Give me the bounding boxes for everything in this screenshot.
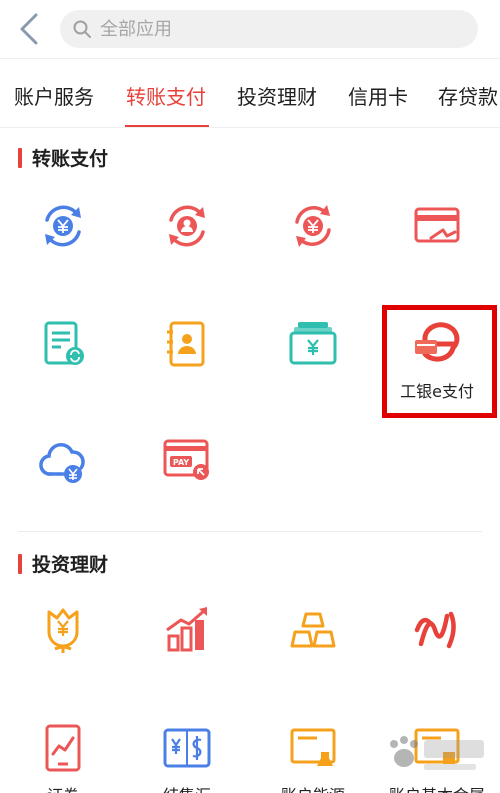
- tile-label: 结售汇: [163, 782, 211, 793]
- search-icon: [73, 20, 91, 38]
- section-title-text: 投资理财: [32, 554, 109, 576]
- growth-chart-icon: [166, 607, 207, 652]
- section-divider: [18, 531, 482, 532]
- transfer-item-9[interactable]: [8, 434, 118, 544]
- gold-bars-icon: [290, 612, 336, 648]
- invest-item-4[interactable]: [382, 604, 492, 714]
- transfer-item-3[interactable]: [258, 200, 368, 310]
- yen-exchange-icon: [45, 205, 81, 247]
- tab-credit-card[interactable]: 信用卡: [348, 81, 408, 110]
- transfer-item-2[interactable]: [132, 200, 242, 310]
- energy-board-icon: [290, 728, 336, 766]
- contact-book-icon: [167, 321, 205, 367]
- category-tabs: 账户服务 转账支付 投资理财 信用卡 存贷款: [0, 58, 500, 128]
- tile-label: 证券: [47, 782, 79, 793]
- invest-item-6[interactable]: 结售汇: [132, 722, 242, 793]
- invest-item-2[interactable]: [132, 604, 242, 714]
- yen-wallet-icon: [289, 322, 337, 365]
- transfer-item-10[interactable]: PAY: [132, 434, 242, 544]
- pay-card-icon: PAY: [163, 439, 209, 480]
- search-bar[interactable]: [60, 10, 478, 48]
- section-title-text: 转账支付: [32, 148, 109, 170]
- tile-label: 账户能源: [281, 782, 345, 793]
- transfer-item-6[interactable]: [132, 318, 242, 428]
- tab-account-service[interactable]: 账户服务: [14, 81, 94, 110]
- tab-deposit-loan[interactable]: 存贷款: [438, 81, 498, 110]
- invest-item-7[interactable]: 账户能源: [258, 722, 368, 793]
- cloud-yen-icon: [39, 443, 85, 483]
- invest-item-5[interactable]: 证券: [8, 722, 118, 793]
- stock-tablet-icon: [45, 724, 81, 772]
- transfer-item-7[interactable]: [258, 318, 368, 428]
- transfer-item-8[interactable]: 工银e支付: [382, 318, 492, 428]
- infinity-logo-icon: [414, 611, 456, 649]
- invest-item-3[interactable]: [258, 604, 368, 714]
- section-title-transfer: 转账支付: [18, 144, 108, 171]
- svg-text:PAY: PAY: [173, 458, 190, 467]
- card-transfer-icon: [414, 207, 460, 243]
- transfer-item-1[interactable]: [8, 200, 118, 310]
- section-title-investment: 投资理财: [18, 550, 108, 577]
- invest-item-1[interactable]: [8, 604, 118, 714]
- top-bar: [0, 0, 500, 58]
- bill-refresh-icon: [44, 321, 84, 365]
- search-input[interactable]: [100, 18, 440, 40]
- currency-exchange-icon: [163, 728, 211, 768]
- e-pay-icon: [415, 322, 460, 362]
- section-marker: [18, 553, 22, 574]
- person-exchange-icon: [169, 205, 205, 247]
- yen-flower-icon: [47, 608, 79, 653]
- tile-label: 账户基本金属: [389, 782, 485, 793]
- yen-refresh-icon: [295, 205, 331, 247]
- back-button[interactable]: [14, 10, 48, 48]
- baidu-watermark-logo: [390, 736, 484, 770]
- tile-label: 工银e支付: [400, 382, 474, 401]
- chevron-left-icon: [20, 13, 38, 45]
- tab-investment[interactable]: 投资理财: [237, 81, 317, 110]
- transfer-item-5[interactable]: [8, 318, 118, 428]
- section-marker: [18, 147, 22, 168]
- transfer-item-4[interactable]: [382, 200, 492, 310]
- active-tab-indicator: [125, 125, 209, 127]
- tab-transfer-payment[interactable]: 转账支付: [126, 81, 206, 110]
